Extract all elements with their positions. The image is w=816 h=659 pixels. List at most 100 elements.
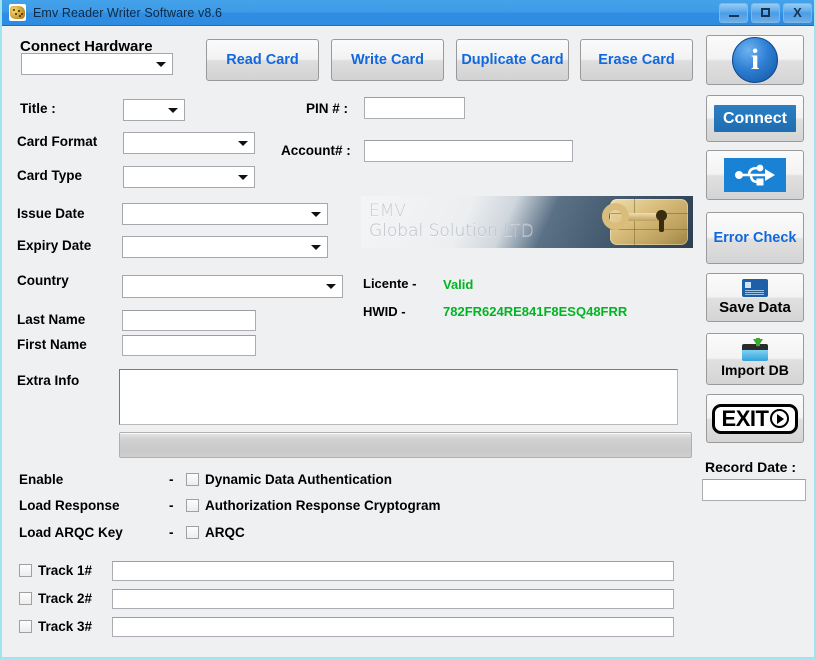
import-db-button[interactable]: Import DB — [706, 333, 804, 385]
expiry-date-label: Expiry Date — [17, 238, 91, 253]
chevron-down-icon — [311, 245, 321, 250]
connect-hardware-dropdown[interactable] — [21, 53, 173, 75]
last-name-input[interactable] — [122, 310, 256, 331]
account-input[interactable] — [364, 140, 573, 162]
maximize-button[interactable] — [751, 3, 780, 23]
error-check-label: Error Check — [713, 230, 796, 246]
import-db-label: Import DB — [721, 362, 789, 378]
connect-button[interactable]: Connect — [706, 95, 804, 142]
exit-arrow-icon: EXIT — [712, 404, 799, 434]
title-bar: Emv Reader Writer Software v8.6 X — [2, 0, 816, 26]
window-controls: X — [719, 3, 812, 23]
chevron-down-icon — [238, 175, 248, 180]
pin-input[interactable] — [364, 97, 465, 119]
title-dropdown[interactable] — [123, 99, 185, 121]
info-glyph: i — [751, 45, 759, 75]
load-response-dash: - — [169, 498, 174, 513]
track-1-checkbox[interactable] — [19, 564, 32, 577]
card-type-label: Card Type — [17, 168, 82, 183]
close-icon: X — [793, 6, 802, 19]
license-label: Licente - — [363, 276, 416, 291]
chevron-down-icon — [168, 108, 178, 113]
enable-label: Enable — [19, 472, 63, 487]
title-field-label: Title : — [20, 101, 56, 116]
erase-card-label: Erase Card — [598, 52, 675, 68]
dynamic-data-authentication-checkbox[interactable] — [186, 473, 199, 486]
folder-import-icon — [740, 341, 770, 361]
progress-bar — [119, 432, 692, 458]
track-1-label: Track 1# — [38, 563, 92, 578]
connect-label: Connect — [714, 105, 796, 132]
usb-icon — [724, 158, 786, 192]
load-arqc-key-dash: - — [169, 525, 174, 540]
arqc-label: ARQC — [205, 525, 245, 540]
application-window: Emv Reader Writer Software v8.6 X Connec… — [0, 0, 816, 659]
track-3-input[interactable] — [112, 617, 674, 637]
chevron-down-icon — [326, 284, 336, 289]
read-card-label: Read Card — [226, 52, 299, 68]
chevron-down-icon — [311, 212, 321, 217]
track-3-label: Track 3# — [38, 619, 92, 634]
first-name-label: First Name — [17, 337, 87, 352]
authorization-response-cryptogram-checkbox[interactable] — [186, 499, 199, 512]
extra-info-textarea[interactable] — [119, 369, 678, 425]
issue-date-label: Issue Date — [17, 206, 85, 221]
write-card-label: Write Card — [351, 52, 424, 68]
erase-card-button[interactable]: Erase Card — [580, 39, 693, 81]
arqc-checkbox[interactable] — [186, 526, 199, 539]
banner-text: EMV Global Solution LTD — [369, 201, 534, 241]
expiry-date-dropdown[interactable] — [122, 236, 328, 258]
card-format-label: Card Format — [17, 134, 97, 149]
track-1-input[interactable] — [112, 561, 674, 581]
card-format-dropdown[interactable] — [123, 132, 255, 154]
country-dropdown[interactable] — [122, 275, 343, 298]
dynamic-data-authentication-label: Dynamic Data Authentication — [205, 472, 392, 487]
maximize-icon — [761, 8, 770, 17]
track-3-checkbox[interactable] — [19, 620, 32, 633]
last-name-label: Last Name — [17, 312, 85, 327]
track-2-input[interactable] — [112, 589, 674, 609]
info-icon: i — [732, 37, 778, 83]
track-2-label: Track 2# — [38, 591, 92, 606]
banner-line-1: EMV — [369, 201, 534, 221]
record-date-input[interactable] — [702, 479, 806, 501]
license-status-value: Valid — [443, 277, 473, 292]
pin-label: PIN # : — [306, 101, 348, 116]
close-button[interactable]: X — [783, 3, 812, 23]
duplicate-card-label: Duplicate Card — [461, 52, 563, 68]
record-date-label: Record Date : — [705, 459, 796, 475]
track-2-checkbox[interactable] — [19, 592, 32, 605]
country-label: Country — [17, 273, 69, 288]
authorization-response-cryptogram-label: Authorization Response Cryptogram — [205, 498, 441, 513]
emv-brand-banner: EMV Global Solution LTD — [361, 196, 693, 248]
card-icon — [742, 279, 768, 297]
save-data-label: Save Data — [719, 299, 791, 316]
load-response-label: Load Response — [19, 498, 120, 513]
info-button[interactable]: i — [706, 35, 804, 85]
card-type-dropdown[interactable] — [123, 166, 255, 188]
exit-label: EXIT — [722, 408, 769, 430]
window-title: Emv Reader Writer Software v8.6 — [33, 6, 719, 20]
account-label: Account# : — [281, 143, 351, 158]
minimize-icon — [729, 15, 739, 17]
key-hole-icon — [656, 210, 667, 221]
duplicate-card-button[interactable]: Duplicate Card — [456, 39, 569, 81]
exit-button[interactable]: EXIT — [706, 394, 804, 443]
hwid-value: 782FR624RE841F8ESQ48FRR — [443, 304, 627, 319]
usb-button[interactable] — [706, 150, 804, 200]
minimize-button[interactable] — [719, 3, 748, 23]
chevron-down-icon — [238, 141, 248, 146]
extra-info-label: Extra Info — [17, 373, 79, 388]
save-data-button[interactable]: Save Data — [706, 273, 804, 322]
banner-line-2: Global Solution LTD — [369, 221, 534, 241]
issue-date-dropdown[interactable] — [122, 203, 328, 225]
hwid-label: HWID - — [363, 304, 406, 319]
read-card-button[interactable]: Read Card — [206, 39, 319, 81]
chevron-down-icon — [156, 62, 166, 67]
error-check-button[interactable]: Error Check — [706, 212, 804, 264]
load-arqc-key-label: Load ARQC Key — [19, 525, 123, 540]
key-ring-icon — [602, 203, 629, 230]
write-card-button[interactable]: Write Card — [331, 39, 444, 81]
enable-dash: - — [169, 472, 174, 487]
first-name-input[interactable] — [122, 335, 256, 356]
